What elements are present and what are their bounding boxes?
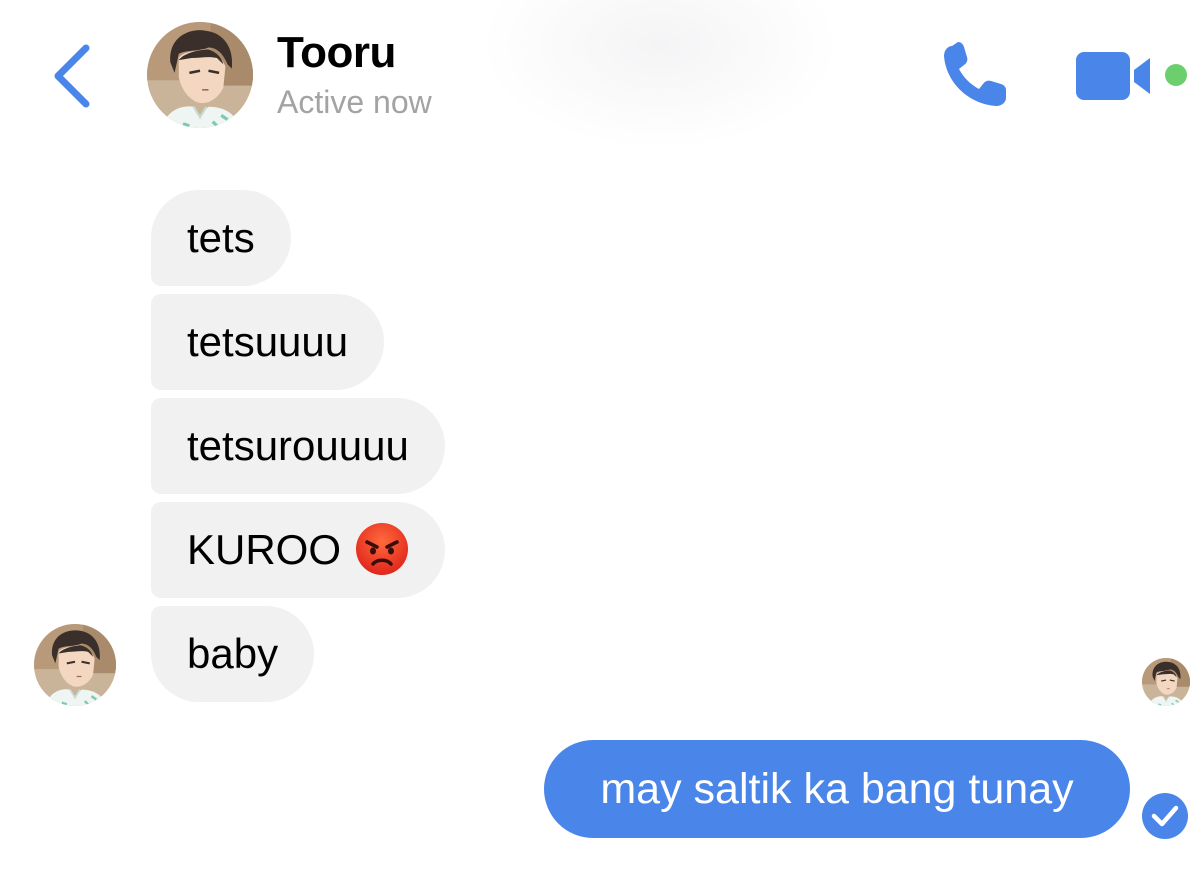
message-text: KUROO [187,526,342,573]
active-status: Active now [277,84,432,120]
incoming-message[interactable]: tets [151,190,291,286]
incoming-message[interactable]: tetsuuuu [151,294,385,390]
message-text: tets [187,214,255,261]
chat-header: Tooru Active now [0,0,1200,150]
angry-face-icon [356,523,409,575]
message-text: tetsuuuu [187,318,349,365]
message-text: baby [187,630,279,677]
contact-name[interactable]: Tooru [277,28,396,78]
message-text: may saltik ka bang tunay [600,765,1074,813]
audio-call-button[interactable] [938,38,1014,112]
delivered-check-icon [1142,793,1188,839]
online-indicator [1165,64,1187,86]
incoming-message[interactable]: baby [151,606,315,702]
outgoing-message[interactable]: may saltik ka bang tunay [544,740,1130,838]
message-text: tetsurouuuu [187,422,409,469]
video-call-button[interactable] [1072,48,1162,104]
sender-avatar[interactable] [34,624,116,706]
contact-avatar[interactable] [147,22,253,128]
video-camera-icon [1076,52,1150,100]
back-button[interactable] [44,40,100,112]
seen-indicator-avatar [1142,658,1190,706]
phone-icon [944,42,1006,106]
incoming-message[interactable]: KUROO [151,502,446,598]
chevron-left-icon [54,44,90,108]
incoming-message[interactable]: tetsurouuuu [151,398,445,494]
